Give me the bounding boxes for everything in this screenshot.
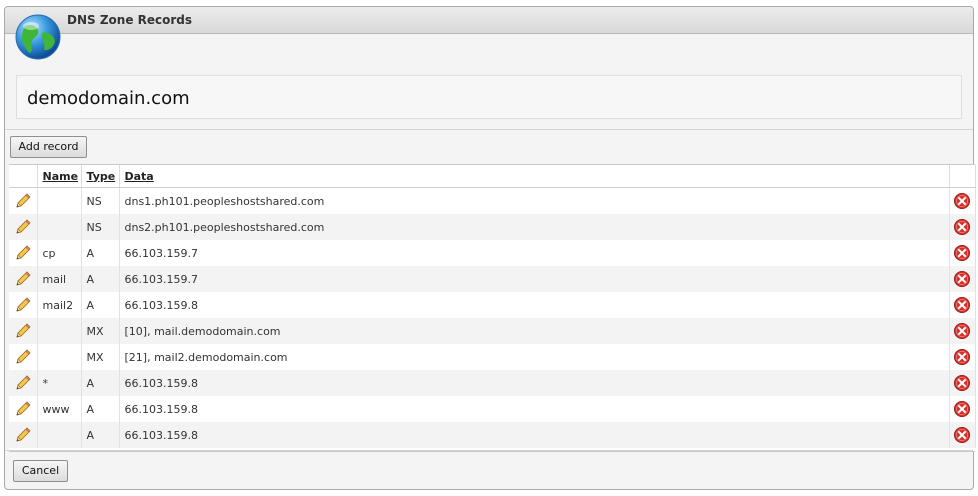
pencil-icon[interactable] [14, 219, 32, 234]
globe-icon [15, 14, 61, 60]
delete-icon[interactable] [953, 375, 971, 391]
delete-icon[interactable] [953, 323, 971, 339]
record-name [37, 344, 82, 370]
record-name: mail [37, 266, 82, 292]
pencil-icon[interactable] [14, 245, 32, 260]
domain-header: demodomain.com [16, 75, 962, 119]
pencil-icon[interactable] [14, 349, 32, 364]
delete-icon[interactable] [953, 271, 971, 287]
table-row: www A 66.103.159.8 [9, 396, 976, 422]
pencil-icon[interactable] [14, 427, 32, 442]
edit-column-header [9, 165, 38, 188]
delete-cell [949, 214, 976, 240]
record-type: A [81, 422, 120, 448]
delete-icon[interactable] [953, 427, 971, 443]
record-name: cp [37, 240, 82, 266]
records-table: Name Type Data NS dns1.ph101.peopleshosts… [9, 164, 976, 452]
delete-cell [949, 318, 976, 344]
record-name [37, 214, 82, 240]
record-data: dns2.ph101.peopleshostshared.com [119, 214, 950, 240]
delete-cell [949, 240, 976, 266]
record-type: A [81, 266, 120, 292]
table-row: NS dns2.ph101.peopleshostshared.com [9, 214, 976, 240]
delete-icon[interactable] [953, 193, 971, 209]
edit-cell [9, 422, 38, 448]
delete-icon[interactable] [953, 401, 971, 417]
edit-cell [9, 266, 38, 292]
record-data: 66.103.159.8 [119, 370, 950, 396]
record-name: www [37, 396, 82, 422]
delete-cell [949, 422, 976, 448]
delete-cell [949, 292, 976, 318]
record-name [37, 187, 82, 214]
column-header-type[interactable]: Type [81, 165, 120, 188]
add-record-button[interactable]: Add record [10, 136, 87, 158]
pencil-icon[interactable] [14, 297, 32, 312]
delete-icon[interactable] [953, 219, 971, 235]
record-data: 66.103.159.8 [119, 396, 950, 422]
record-type: MX [81, 318, 120, 344]
domain-name: demodomain.com [27, 88, 190, 109]
table-row: mail2 A 66.103.159.8 [9, 292, 976, 318]
record-type: A [81, 370, 120, 396]
delete-cell [949, 370, 976, 396]
edit-cell [9, 344, 38, 370]
record-type: NS [81, 214, 120, 240]
table-row: * A 66.103.159.8 [9, 370, 976, 396]
pencil-icon[interactable] [14, 375, 32, 390]
table-row: A 66.103.159.8 [9, 422, 976, 448]
title-bar: DNS Zone Records [5, 7, 973, 34]
edit-cell [9, 396, 38, 422]
dns-zone-panel: DNS Zone Records demodomain.com Add reco… [4, 6, 976, 490]
record-type: MX [81, 344, 120, 370]
delete-cell [949, 187, 976, 214]
record-name: * [37, 370, 82, 396]
record-name [37, 422, 82, 448]
delete-column-header [949, 165, 976, 188]
record-data: 66.103.159.7 [119, 240, 950, 266]
edit-cell [9, 292, 38, 318]
pencil-icon[interactable] [14, 401, 32, 416]
record-data: dns1.ph101.peopleshostshared.com [119, 187, 950, 214]
record-type: A [81, 292, 120, 318]
table-row: mail A 66.103.159.7 [9, 266, 976, 292]
edit-cell [9, 214, 38, 240]
delete-icon[interactable] [953, 349, 971, 365]
delete-icon[interactable] [953, 245, 971, 261]
table-row: MX [10], mail.demodomain.com [9, 318, 976, 344]
cancel-button[interactable]: Cancel [13, 460, 68, 482]
record-type: A [81, 240, 120, 266]
delete-icon[interactable] [953, 297, 971, 313]
record-data: [21], mail2.demodomain.com [119, 344, 950, 370]
divider [5, 450, 973, 451]
record-data: 66.103.159.7 [119, 266, 950, 292]
delete-cell [949, 396, 976, 422]
column-header-data[interactable]: Data [119, 165, 950, 188]
delete-cell [949, 344, 976, 370]
record-type: NS [81, 187, 120, 214]
record-data: [10], mail.demodomain.com [119, 318, 950, 344]
edit-cell [9, 187, 38, 214]
pencil-icon[interactable] [14, 193, 32, 208]
column-header-name[interactable]: Name [37, 165, 82, 188]
record-name [37, 318, 82, 344]
record-type: A [81, 396, 120, 422]
pencil-icon[interactable] [14, 323, 32, 338]
window-title: DNS Zone Records [67, 13, 193, 27]
table-row: cp A 66.103.159.7 [9, 240, 976, 266]
pencil-icon[interactable] [14, 271, 32, 286]
divider [5, 129, 973, 130]
edit-cell [9, 370, 38, 396]
table-header: Name Type Data [9, 165, 976, 188]
record-data: 66.103.159.8 [119, 292, 950, 318]
edit-cell [9, 240, 38, 266]
record-name: mail2 [37, 292, 82, 318]
table-row: MX [21], mail2.demodomain.com [9, 344, 976, 370]
edit-cell [9, 318, 38, 344]
record-data: 66.103.159.8 [119, 422, 950, 448]
delete-cell [949, 266, 976, 292]
table-row: NS dns1.ph101.peopleshostshared.com [9, 187, 976, 214]
